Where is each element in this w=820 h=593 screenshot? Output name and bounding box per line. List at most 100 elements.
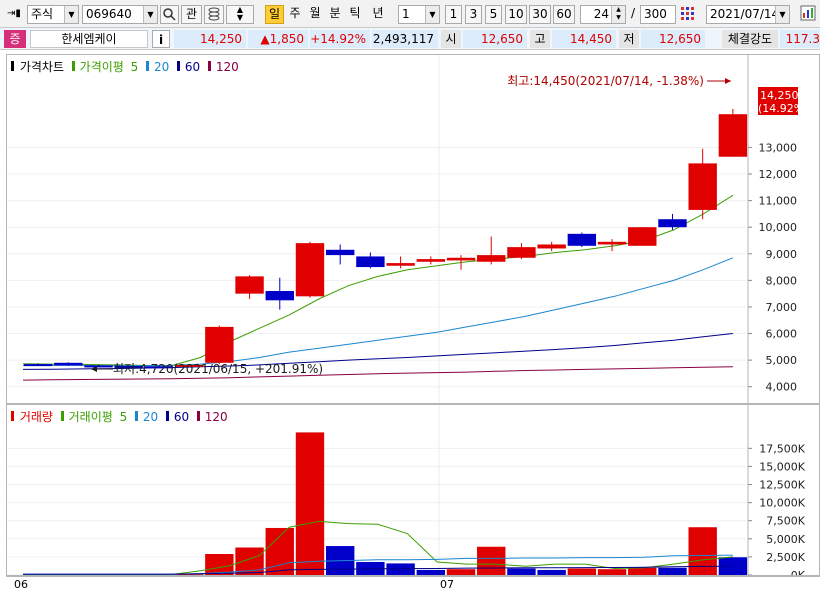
chevron-down-icon[interactable]: ▼: [425, 6, 439, 23]
market-badge: 증: [4, 30, 26, 48]
period-weekly-button[interactable]: 주: [286, 5, 304, 24]
period-daily-button[interactable]: 일: [265, 5, 284, 24]
volume-legend-title[interactable]: 거래량: [20, 410, 53, 424]
quote-bar: 증 한세엠케이 i 14,250 ▲1,850 +14.92% 2,493,11…: [0, 28, 820, 50]
interval-10-button[interactable]: 10: [505, 5, 527, 24]
volume-bar[interactable]: [537, 569, 566, 575]
stepper-down-icon[interactable]: ▼: [227, 14, 253, 22]
period-minute-button[interactable]: 분: [326, 5, 344, 24]
candle-body[interactable]: [477, 255, 506, 262]
candle-body[interactable]: [325, 249, 355, 256]
interval-3-button[interactable]: 3: [465, 5, 482, 24]
candle-body[interactable]: [84, 365, 113, 368]
price-axis-label: 9,000: [766, 248, 798, 261]
volume-panel: 0K 2,500K 5,000K 7,500K 10,000K 12,500K 15,000…: [6, 404, 820, 576]
price-axis-label: 8,000: [766, 274, 798, 287]
volume-bar[interactable]: [265, 527, 294, 575]
candle-body[interactable]: [628, 227, 657, 246]
candle-body[interactable]: [295, 243, 325, 297]
price-ma60-label[interactable]: 60: [185, 60, 200, 74]
link-toggle-icon[interactable]: ⇥▮: [4, 5, 24, 24]
interval-5-button[interactable]: 5: [485, 5, 502, 24]
volume-bar[interactable]: [628, 567, 657, 575]
candle-body[interactable]: [688, 163, 717, 210]
volume-axis-label: 2,500K: [766, 551, 805, 564]
volume-ma60-label[interactable]: 60: [174, 410, 189, 424]
market-select[interactable]: 주식 ▼: [27, 5, 79, 24]
date-select[interactable]: 2021/07/14 ▼: [706, 5, 790, 24]
price-axis-label: 7,000: [766, 301, 798, 314]
volume-bar[interactable]: [477, 546, 506, 575]
price-ma20-label[interactable]: 20: [154, 60, 169, 74]
price-axis-label: 12,000: [759, 168, 798, 181]
candle-body[interactable]: [567, 233, 597, 246]
volume-ma120-label[interactable]: 120: [205, 410, 228, 424]
price-chart[interactable]: 4,000 5,000 6,000 7,000 8,000 9,000 10,000 11,0…: [7, 55, 820, 404]
interval-value: 1: [402, 7, 410, 21]
stock-stepper[interactable]: ▲ ▼: [226, 5, 254, 24]
volume-bar[interactable]: [295, 432, 325, 575]
volume-bar[interactable]: [597, 569, 627, 575]
candle-body[interactable]: [205, 326, 234, 363]
volume-bar[interactable]: [507, 568, 536, 575]
price-axis-label: 6,000: [766, 328, 798, 341]
price-ma120-label[interactable]: 120: [216, 60, 239, 74]
interval-select[interactable]: 1 ▼: [398, 5, 440, 24]
related-stocks-button[interactable]: [204, 5, 224, 24]
low-value: 12,650: [641, 30, 705, 48]
candle-body[interactable]: [446, 257, 476, 261]
price-ma-label[interactable]: 가격이평: [80, 60, 124, 74]
date-select-value: 2021/07/14: [710, 7, 780, 21]
candle-body[interactable]: [54, 362, 83, 366]
chevron-down-icon[interactable]: ▼: [64, 6, 78, 23]
volume-bar[interactable]: [567, 568, 597, 575]
price-ma5-label[interactable]: 5: [131, 60, 139, 74]
interval-60-button[interactable]: 60: [553, 5, 575, 24]
volume-bar[interactable]: [446, 569, 476, 575]
grid-settings-icon: [681, 7, 694, 20]
candle-body[interactable]: [507, 247, 536, 258]
legend-marker-icon: [60, 411, 64, 421]
volume-bar[interactable]: [416, 569, 446, 575]
volume-chart[interactable]: 0K 2,500K 5,000K 7,500K 10,000K 12,500K 15,000…: [7, 405, 820, 576]
candle-body[interactable]: [718, 114, 748, 157]
candle-body[interactable]: [597, 241, 627, 245]
stepper-icon[interactable]: ▲ ▼: [611, 6, 625, 23]
last-price-tag-value: 14,250: [760, 89, 799, 102]
total-count-input[interactable]: 300: [640, 5, 676, 24]
legend-marker-icon: [177, 61, 181, 71]
price-legend-title[interactable]: 가격차트: [20, 60, 64, 74]
candle-body[interactable]: [658, 219, 687, 228]
volume-ma5-label[interactable]: 5: [120, 410, 128, 424]
price-ma20-line: [23, 257, 734, 367]
interval-1-button[interactable]: 1: [445, 5, 462, 24]
stock-code-input[interactable]: 069640 ▼: [82, 5, 158, 24]
visible-count-stepper[interactable]: 24 ▲ ▼: [580, 5, 626, 24]
interest-button[interactable]: 관: [181, 5, 202, 24]
candle-body[interactable]: [23, 364, 53, 367]
low-annotation: 최저:4,720(2021/06/15, +201.91%): [113, 362, 323, 376]
stock-info-button[interactable]: i: [152, 30, 170, 48]
candle-body[interactable]: [386, 263, 415, 266]
volume-bar[interactable]: [658, 567, 687, 575]
candle-body[interactable]: [537, 244, 566, 249]
stock-code-value: 069640: [86, 7, 132, 21]
visible-count-value: 24: [593, 7, 609, 21]
interval-30-button[interactable]: 30: [529, 5, 551, 24]
volume-ma-label[interactable]: 거래이평: [69, 410, 113, 424]
search-button[interactable]: [160, 5, 179, 24]
volume-axis-label: 10,000K: [759, 497, 805, 510]
indicator-settings-button[interactable]: [679, 5, 697, 24]
period-monthly-button[interactable]: 월: [306, 5, 324, 24]
chevron-down-icon[interactable]: ▼: [143, 6, 157, 23]
chart-view-button[interactable]: [798, 5, 818, 24]
chevron-down-icon[interactable]: ▼: [775, 6, 789, 23]
candle-body[interactable]: [356, 256, 385, 268]
candle-body[interactable]: [416, 259, 446, 262]
period-tick-button[interactable]: 틱: [346, 5, 364, 24]
volume-bar[interactable]: [688, 527, 717, 575]
period-yearly-button[interactable]: 년: [368, 5, 388, 24]
volume-ma20-label[interactable]: 20: [143, 410, 158, 424]
candle-body[interactable]: [265, 291, 294, 301]
candle-body[interactable]: [235, 276, 264, 294]
